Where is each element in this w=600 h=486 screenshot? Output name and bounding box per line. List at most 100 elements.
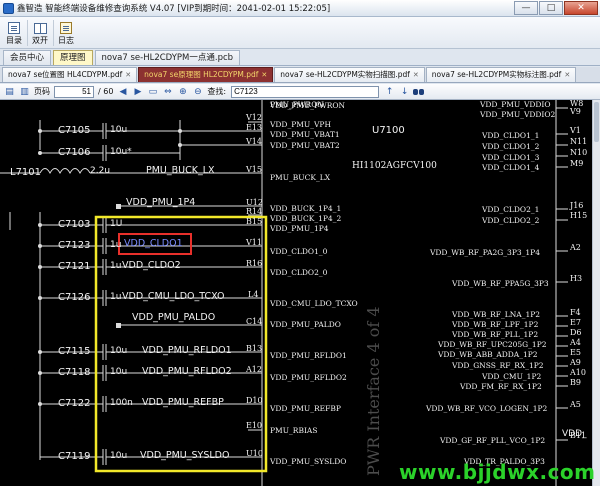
doc-tab-location-map[interactable]: nova7 se位置图 HL4CDYPM.pdf ✕ — [2, 67, 138, 82]
pin-number: N11 — [570, 137, 588, 146]
pin-name: PMU_RBIAS — [270, 426, 318, 435]
cap-value: 10u* — [110, 147, 132, 157]
find-input[interactable] — [231, 85, 380, 98]
main-toolbar: 目录 双开 日志 — [0, 17, 600, 49]
pin-number: D6 — [570, 328, 582, 337]
cap-ref[interactable]: C7118 — [58, 368, 90, 378]
fit-page-icon[interactable]: ▭ — [147, 87, 158, 97]
net-label[interactable]: VDD_PMU_1P4 — [126, 198, 195, 208]
pin-number: V1 — [570, 126, 581, 135]
pin-name: PMU_BUCK_LX — [270, 173, 331, 182]
cap-value: 1u — [110, 240, 122, 250]
toolbar-divider — [27, 19, 28, 46]
maximize-button[interactable]: □ — [539, 1, 563, 15]
interface-label: PWR Interface 4 of 4 — [364, 306, 383, 476]
pin-number: D10 — [246, 396, 263, 405]
page-number-input[interactable] — [54, 85, 94, 98]
find-prev-icon[interactable]: ↑ — [384, 87, 395, 97]
pin-name: VDD_PMU_VBAT2 — [270, 141, 340, 150]
doc-tab-scan-image[interactable]: nova7 se-HL2CDYPM实物扫描图.pdf ✕ — [274, 67, 425, 82]
catalog-button[interactable]: 目录 — [3, 19, 25, 47]
cap-value: 100n — [110, 398, 133, 408]
net-label[interactable]: VDD_CLDO2 — [122, 261, 181, 271]
pin-number: A2 — [570, 243, 581, 252]
pin-name: VDD_PMU_1P4 — [270, 224, 329, 233]
cap-ref[interactable]: C7123 — [58, 241, 90, 251]
doc-tab-annotated-image[interactable]: nova7 se-HL2CDYPM实物标注图.pdf ✕ — [425, 67, 577, 82]
cap-ref[interactable]: C7105 — [58, 126, 90, 136]
pin-name: VDD_PMU_SYSLDO — [270, 457, 347, 466]
vertical-scrollbar[interactable] — [592, 100, 600, 486]
pin-name: VDD_CLDO1_0 — [270, 247, 328, 256]
net-label[interactable]: VDD_PMU_SYSLDO — [140, 451, 229, 461]
binoculars-icon[interactable] — [412, 87, 425, 97]
net-label-highlighted[interactable]: VDD_CLDO1 — [124, 239, 183, 249]
dual-open-button[interactable]: 双开 — [29, 19, 51, 47]
pin-number: A12 — [246, 365, 262, 374]
pin-name: VDD_CLDO1_1 — [482, 131, 540, 140]
pin-name: VDD_CLDO1_4 — [482, 163, 540, 172]
zoom-out-icon[interactable]: ⊖ — [192, 87, 203, 97]
pin-number: V11 — [246, 238, 262, 247]
pin-number: E7 — [570, 318, 581, 327]
cap-ref[interactable]: C7122 — [58, 399, 90, 409]
open-file-icon[interactable]: ▤ — [4, 87, 15, 97]
scrollbar-thumb[interactable] — [594, 102, 599, 142]
pin-name: VDD_WB_ABB_ADDA_1P2 — [438, 350, 538, 359]
close-tab-icon[interactable]: ✕ — [413, 68, 419, 82]
document-tabs: nova7 se位置图 HL4CDYPM.pdf ✕ nova7 se原理图 H… — [0, 67, 600, 83]
net-label[interactable]: VDD_PMU_RFLDO1 — [142, 346, 232, 356]
tab-member-center[interactable]: 会员中心 — [3, 50, 52, 65]
cap-ref[interactable]: C7126 — [58, 293, 90, 303]
pin-name: VDD_FM_RF_RX_1P2 — [460, 382, 542, 391]
net-label[interactable]: VDD_ — [562, 430, 587, 439]
pin-name: VDD_WB_RF_PLL_1P2 — [452, 330, 539, 339]
tab-schematic[interactable]: 原理图 — [53, 50, 93, 65]
cap-ref[interactable]: C7103 — [58, 220, 90, 230]
minimize-button[interactable]: — — [514, 1, 538, 15]
cap-value: 1u — [110, 261, 122, 271]
toolbar-divider — [53, 19, 54, 46]
close-tab-icon[interactable]: ✕ — [564, 68, 570, 82]
cap-ref[interactable]: C7121 — [58, 262, 90, 272]
inductor-ref[interactable]: L7101 — [10, 168, 41, 178]
chip-ref: U7100 — [372, 125, 405, 136]
print-icon[interactable]: ▥ — [19, 87, 30, 97]
cap-ref[interactable]: C7119 — [58, 452, 90, 462]
schematic-canvas[interactable]: VDD_ PMU_PWRON U7100 HI1102AGFCV100 PWR I… — [0, 100, 592, 486]
zoom-in-icon[interactable]: ⊕ — [177, 87, 188, 97]
log-button[interactable]: 日志 — [55, 19, 77, 47]
close-button[interactable]: ✕ — [564, 1, 598, 15]
section-tabs: 会员中心 原理图 nova7 se-HL2CDYPM一点通.pcb — [0, 49, 600, 66]
next-page-icon[interactable]: ▶ — [132, 87, 143, 97]
cap-ref[interactable]: C7115 — [58, 347, 90, 357]
pin-number: R14 — [246, 207, 263, 216]
pin-name: VDD_GNSS_RF_RX_1P2 — [452, 361, 544, 370]
pin-name: VDD_PMU_RFLDO2 — [270, 373, 347, 382]
doc-tab-schematic[interactable]: nova7 se原理图 HL2CDYPM.pdf ✕ — [138, 67, 274, 82]
pin-number: U12 — [246, 198, 263, 207]
net-label[interactable]: VDD_PMU_RFLDO2 — [142, 367, 232, 377]
find-next-icon[interactable]: ↓ — [399, 87, 410, 97]
net-label[interactable]: VDD_PMU_PALDO — [132, 313, 215, 323]
cap-ref[interactable]: C7106 — [58, 148, 90, 158]
fit-width-icon[interactable]: ⇔ — [162, 87, 173, 97]
pin-name: VDD_PMU_RFLDO1 — [270, 351, 347, 360]
pin-name: VDD_PMU_VDDIO — [480, 100, 551, 109]
pin-number: V12 — [246, 113, 262, 122]
pin-number: A10 — [570, 368, 586, 377]
tab-pcb[interactable]: nova7 se-HL2CDYPM一点通.pcb — [94, 50, 241, 65]
catalog-label: 目录 — [6, 35, 22, 45]
prev-page-icon[interactable]: ◀ — [117, 87, 128, 97]
pin-number: M9 — [570, 159, 584, 168]
net-label[interactable]: PMU_BUCK_LX — [146, 166, 215, 176]
yellow-selection-box — [94, 215, 268, 473]
app-logo-icon — [3, 2, 14, 14]
pin-number: B9 — [570, 378, 581, 387]
net-label[interactable]: VDD_CMU_LDO_TCXO — [122, 292, 225, 302]
net-label[interactable]: VDD_PMU_REFBP — [142, 398, 224, 408]
pin-name: VDD_CMU_LDO_TCXO — [270, 299, 358, 308]
close-tab-icon[interactable]: ✕ — [125, 68, 131, 82]
pin-number: A4 — [570, 338, 581, 347]
close-tab-icon[interactable]: ✕ — [261, 68, 267, 82]
